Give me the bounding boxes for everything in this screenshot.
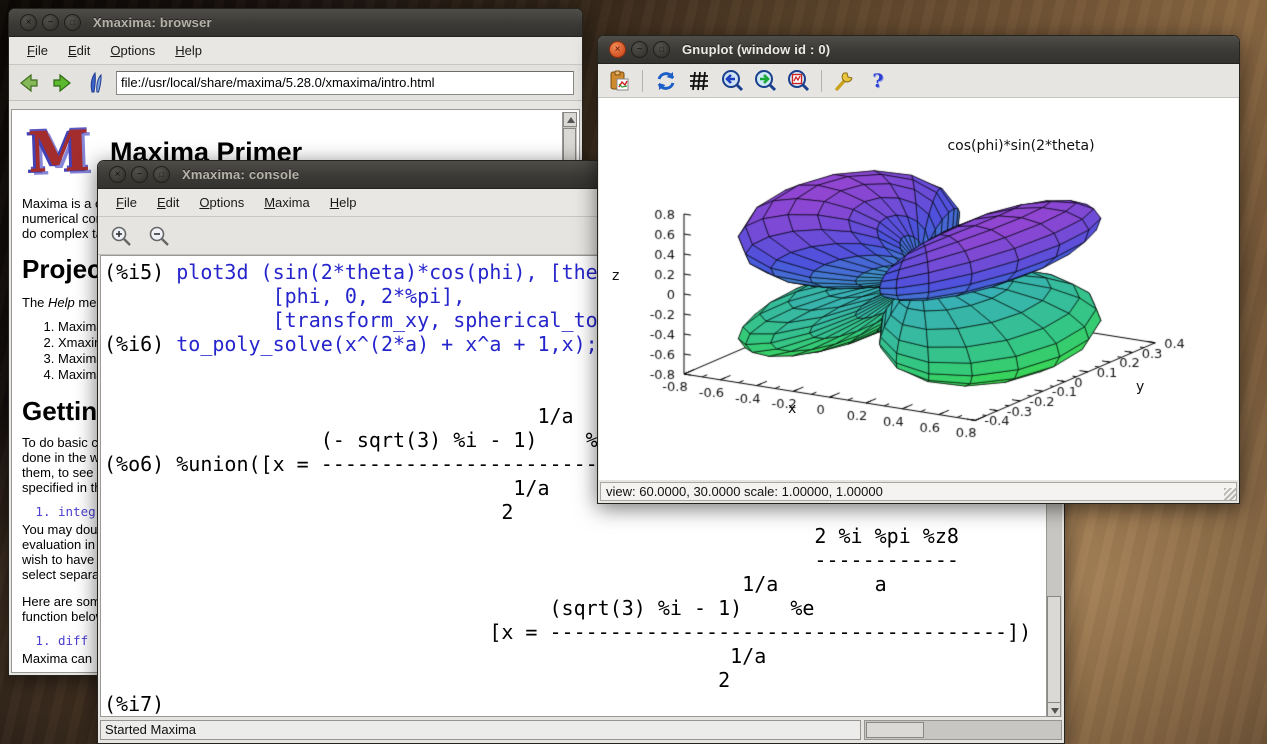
toolbar-separator	[821, 70, 822, 92]
replot-icon[interactable]	[653, 68, 679, 94]
minimize-icon[interactable]: −	[131, 166, 148, 183]
y-axis-label: y	[1136, 379, 1144, 395]
quill-icon[interactable]	[83, 71, 107, 95]
copy-to-clipboard-icon[interactable]	[606, 68, 632, 94]
next-zoom-icon[interactable]	[752, 68, 778, 94]
help-icon[interactable]: ?	[865, 68, 891, 94]
menu-options[interactable]: Options	[189, 190, 254, 216]
resize-grip[interactable]	[1224, 488, 1236, 500]
console-window-title: Xmaxima: console	[182, 167, 299, 182]
forward-icon[interactable]	[50, 71, 74, 95]
close-icon[interactable]: ×	[20, 14, 37, 31]
menu-help[interactable]: Help	[165, 38, 212, 64]
menu-help[interactable]: Help	[320, 190, 367, 216]
x-axis-label: x	[788, 401, 796, 417]
console-statusbar: Started Maxima	[98, 717, 1064, 743]
console-horizontal-scrollbar[interactable]	[864, 720, 1062, 740]
url-input[interactable]: file://usr/local/share/maxima/5.28.0/xma…	[116, 71, 574, 95]
menu-file[interactable]: File	[106, 190, 147, 216]
toolbar-separator	[642, 70, 643, 92]
maxima-logo: M	[21, 121, 97, 184]
z-axis-label: z	[612, 268, 619, 284]
menu-edit[interactable]: Edit	[58, 38, 100, 64]
gnuplot-window-title: Gnuplot (window id : 0)	[682, 42, 830, 57]
zoom-in-icon[interactable]	[108, 223, 134, 249]
settings-icon[interactable]	[832, 68, 858, 94]
browser-window-title: Xmaxima: browser	[93, 15, 212, 30]
plot-area[interactable]: cos(phi)*sin(2*theta) z x y	[599, 98, 1238, 481]
zoom-out-icon[interactable]	[146, 223, 172, 249]
minimize-icon[interactable]: −	[42, 14, 59, 31]
browser-menubar: File Edit Options Help	[9, 37, 582, 65]
gnuplot-titlebar[interactable]: × − □ Gnuplot (window id : 0)	[598, 36, 1239, 64]
browser-titlebar[interactable]: × − □ Xmaxima: browser	[9, 9, 582, 37]
minimize-icon[interactable]: −	[631, 41, 648, 58]
scroll-down-icon[interactable]	[1047, 702, 1061, 717]
browser-navbar: file://usr/local/share/maxima/5.28.0/xma…	[9, 65, 582, 101]
close-icon[interactable]: ×	[609, 41, 626, 58]
scroll-up-icon[interactable]	[563, 112, 577, 127]
previous-zoom-icon[interactable]	[719, 68, 745, 94]
plot-canvas[interactable]	[599, 98, 1240, 481]
status-text: Started Maxima	[100, 720, 861, 740]
menu-file[interactable]: File	[17, 38, 58, 64]
maximize-icon[interactable]: □	[64, 14, 81, 31]
scrollbar-thumb[interactable]	[866, 722, 924, 738]
view-scale-status: view: 60.0000, 30.0000 scale: 1.00000, 1…	[600, 482, 1237, 501]
window-gnuplot[interactable]: × − □ Gnuplot (window id : 0) ?	[597, 35, 1240, 504]
close-icon[interactable]: ×	[109, 166, 126, 183]
plot-title: cos(phi)*sin(2*theta)	[930, 138, 1112, 154]
menu-options[interactable]: Options	[100, 38, 165, 64]
maximize-icon[interactable]: □	[153, 166, 170, 183]
menu-maxima[interactable]: Maxima	[254, 190, 320, 216]
gnuplot-statusbar: view: 60.0000, 30.0000 scale: 1.00000, 1…	[598, 480, 1239, 503]
scrollbar-thumb[interactable]	[1047, 596, 1061, 708]
toggle-grid-icon[interactable]	[686, 68, 712, 94]
apply-autoscale-icon[interactable]	[785, 68, 811, 94]
menu-edit[interactable]: Edit	[147, 190, 189, 216]
back-icon[interactable]	[17, 71, 41, 95]
maximize-icon[interactable]: □	[653, 41, 670, 58]
gnuplot-toolbar: ?	[598, 64, 1239, 98]
